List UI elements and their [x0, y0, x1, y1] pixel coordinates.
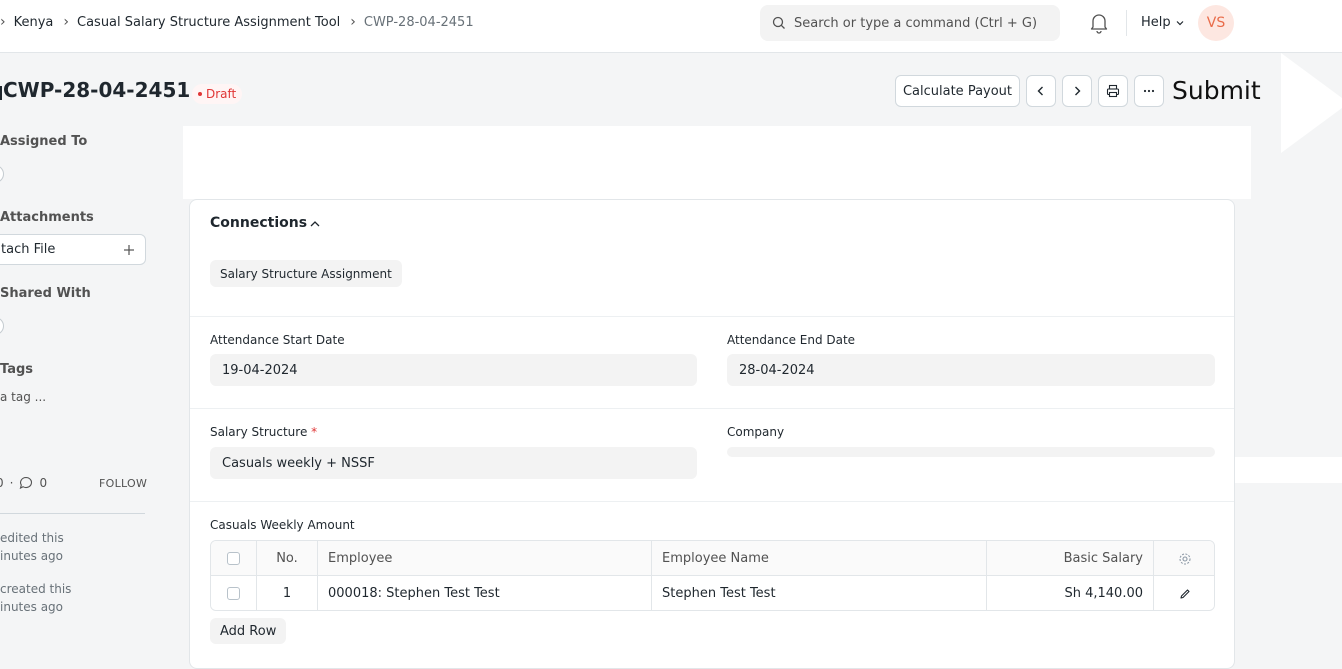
- attendance-start-date-label: Attendance Start Date: [210, 333, 345, 347]
- row-select-cell: [211, 576, 257, 610]
- attendance-end-date-field[interactable]: 28-04-2024: [727, 354, 1215, 386]
- connections-title[interactable]: Connections: [210, 215, 307, 231]
- title-indicator: [0, 86, 2, 100]
- row-checkbox[interactable]: [227, 587, 240, 600]
- attendance-start-date-field[interactable]: 19-04-2024: [210, 354, 697, 386]
- follow-button[interactable]: FOLLOW: [99, 477, 147, 490]
- table-row[interactable]: 1 000018: Stephen Test Test Stephen Test…: [211, 576, 1214, 610]
- casuals-weekly-amount-table: No. Employee Employee Name Basic Salary …: [210, 540, 1215, 611]
- activity-item: edited this inutes ago: [0, 529, 64, 565]
- next-doc-button[interactable]: [1062, 75, 1092, 107]
- comments-count[interactable]: 0: [39, 476, 47, 490]
- user-avatar[interactable]: VS: [1198, 5, 1234, 41]
- like-comment-counts: 0 · 0: [0, 476, 47, 490]
- calculate-payout-button[interactable]: Calculate Payout: [895, 75, 1020, 107]
- connection-salary-structure-assignment[interactable]: Salary Structure Assignment: [210, 260, 402, 287]
- share-add-button[interactable]: [0, 317, 4, 335]
- form-dashboard-panel: [183, 126, 1251, 199]
- assigned-to-label: Assigned To: [0, 134, 88, 149]
- breadcrumb-item-kenya[interactable]: Kenya: [14, 15, 54, 30]
- activity-time: inutes ago: [0, 549, 64, 563]
- help-menu[interactable]: Help: [1141, 15, 1185, 30]
- breadcrumb-chevron-icon: ›: [63, 14, 69, 30]
- breadcrumb: › Kenya › Casual Salary Structure Assign…: [0, 14, 484, 30]
- chevron-up-icon[interactable]: [309, 218, 321, 234]
- ellipsis-icon: [1143, 89, 1155, 93]
- attach-file-button[interactable]: tach File: [0, 234, 146, 265]
- row-edit-cell: [1154, 576, 1214, 610]
- likes-count[interactable]: 0: [0, 476, 4, 490]
- select-all-checkbox[interactable]: [227, 552, 240, 565]
- select-all-cell: [211, 541, 257, 576]
- casuals-weekly-amount-label: Casuals Weekly Amount: [210, 518, 355, 532]
- attendance-end-date-label: Attendance End Date: [727, 333, 856, 347]
- table-header: No. Employee Employee Name Basic Salary: [211, 541, 1214, 576]
- help-label: Help: [1141, 15, 1171, 30]
- status-dot-icon: [198, 92, 202, 96]
- section-divider: [190, 408, 1234, 409]
- add-tag-link[interactable]: a tag ...: [0, 390, 46, 404]
- pencil-icon[interactable]: [1179, 588, 1191, 600]
- status-label: Draft: [206, 87, 237, 101]
- shared-with-label: Shared With: [0, 286, 91, 301]
- breadcrumb-item-current[interactable]: CWP-28-04-2451: [364, 15, 474, 30]
- gear-icon[interactable]: [1178, 552, 1192, 566]
- activity-text: created this: [0, 582, 72, 596]
- chevron-down-icon: [1176, 20, 1184, 25]
- activity-time: inutes ago: [0, 600, 64, 614]
- assign-add-button[interactable]: [0, 165, 4, 183]
- breadcrumb-chevron-icon: ›: [0, 14, 6, 30]
- column-settings-cell: [1154, 541, 1214, 576]
- breadcrumb-chevron-icon: ›: [350, 14, 356, 30]
- plus-icon: [124, 244, 134, 255]
- print-button[interactable]: [1098, 75, 1128, 107]
- section-divider: [190, 501, 1234, 502]
- section-divider: [190, 316, 1234, 317]
- column-header-employee-name: Employee Name: [652, 541, 987, 576]
- row-employee-name[interactable]: Stephen Test Test: [652, 576, 987, 610]
- breadcrumb-item-tool[interactable]: Casual Salary Structure Assignment Tool: [77, 15, 340, 30]
- salary-structure-field[interactable]: Casuals weekly + NSSF: [210, 447, 697, 479]
- sidebar-divider: [0, 513, 145, 514]
- column-header-basic-salary: Basic Salary: [987, 541, 1154, 576]
- activity-item: created this inutes ago: [0, 580, 71, 616]
- chevron-left-icon: [1037, 86, 1043, 96]
- required-mark: *: [311, 425, 318, 439]
- company-label: Company: [727, 425, 785, 439]
- activity-text: edited this: [0, 531, 64, 545]
- attach-file-label: tach File: [1, 242, 56, 257]
- submit-button[interactable]: Submit: [1172, 76, 1261, 105]
- search-placeholder: Search or type a command (Ctrl + G): [794, 15, 1038, 31]
- previous-doc-button[interactable]: [1026, 75, 1056, 107]
- salary-structure-label: Salary Structure *: [210, 425, 317, 439]
- comment-icon: [20, 476, 33, 490]
- column-header-employee: Employee: [318, 541, 652, 576]
- notifications-bell-icon[interactable]: [1089, 12, 1109, 38]
- overlay-arrow-shape: [1281, 53, 1342, 153]
- row-employee[interactable]: 000018: Stephen Test Test: [318, 576, 652, 610]
- salary-structure-label-text: Salary Structure: [210, 425, 308, 439]
- printer-icon: [1106, 84, 1120, 98]
- search-icon: [772, 16, 785, 29]
- navbar-divider: [1126, 10, 1127, 36]
- row-no: 1: [257, 576, 318, 610]
- more-actions-button[interactable]: [1134, 75, 1164, 107]
- row-basic-salary[interactable]: Sh 4,140.00: [987, 576, 1154, 610]
- attachments-label: Attachments: [0, 210, 94, 225]
- search-bar[interactable]: Search or type a command (Ctrl + G): [760, 5, 1060, 41]
- overlay-band: [1235, 457, 1342, 483]
- status-badge: Draft: [192, 84, 243, 104]
- page-title: CWP-28-04-2451: [3, 78, 191, 102]
- chevron-right-icon: [1075, 86, 1081, 96]
- tags-label: Tags: [0, 362, 34, 377]
- navbar: › Kenya › Casual Salary Structure Assign…: [0, 0, 1342, 53]
- add-row-button[interactable]: Add Row: [210, 618, 287, 644]
- column-header-no: No.: [257, 541, 318, 576]
- separator-dot: ·: [9, 476, 14, 490]
- company-field[interactable]: [727, 447, 1215, 457]
